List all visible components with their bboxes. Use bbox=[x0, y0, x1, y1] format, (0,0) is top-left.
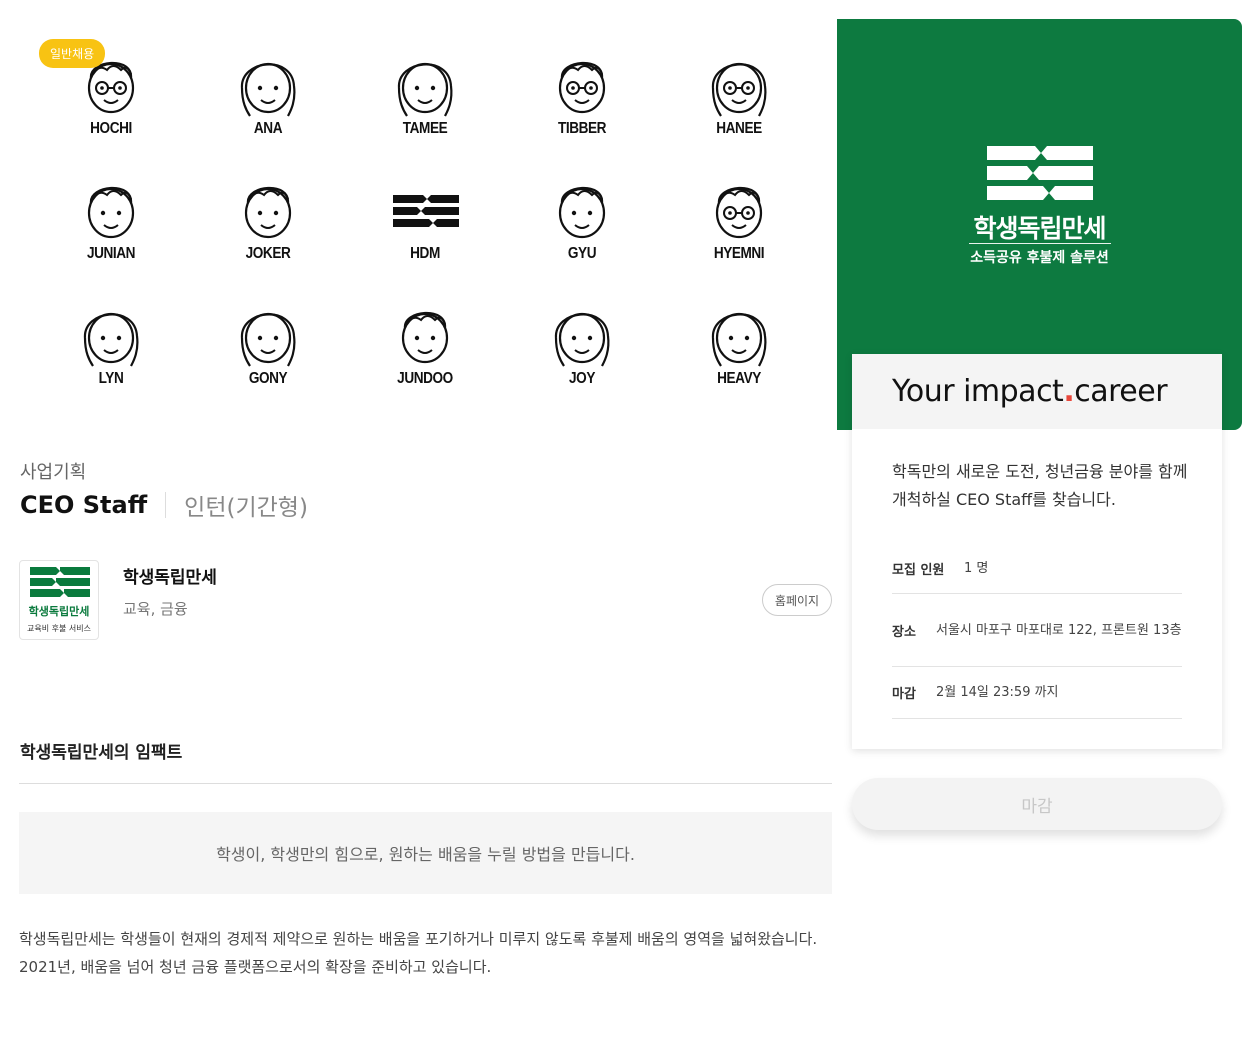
job-intro: 학독만의 새로운 도전, 청년금융 분야를 함께 개척하실 CEO Staff를… bbox=[892, 462, 1188, 509]
joker-face-icon bbox=[244, 186, 292, 239]
impact-heading: 학생독립만세의 임팩트 bbox=[20, 743, 183, 763]
brand-title: 학생독립만세 bbox=[973, 214, 1106, 243]
company-industry: 교육, 금융 bbox=[123, 600, 188, 618]
team-member-name: TIBBER bbox=[557, 120, 607, 137]
team-member-lyn: LYN bbox=[51, 300, 171, 410]
apply-closed-button[interactable]: 마감 bbox=[852, 778, 1222, 830]
tagline-dot: . bbox=[1063, 374, 1075, 409]
team-grid: 일반채용 HOCHI ANA TAMEE TIBBER HANEE JUNIAN… bbox=[20, 20, 832, 420]
hyemni-face-icon bbox=[715, 186, 763, 239]
homepage-button[interactable]: 홈페이지 bbox=[762, 584, 832, 616]
job-info-card: Your impact. career 학독만의 새로운 도전, 청년금융 분야를… bbox=[852, 354, 1222, 749]
team-member-name: JUNIAN bbox=[86, 245, 136, 262]
job-title: CEO Staff bbox=[20, 491, 148, 519]
hiring-badge: 일반채용 bbox=[39, 39, 106, 68]
team-member-gyu: GYU bbox=[522, 175, 642, 285]
recruit-row: 모집 인원 1 명 bbox=[892, 544, 1182, 594]
team-member-name: HOCHI bbox=[90, 120, 132, 137]
team-member-hyemni: HYEMNI bbox=[679, 175, 799, 285]
team-member-joker: JOKER bbox=[208, 175, 328, 285]
impact-divider bbox=[19, 783, 832, 784]
team-member-name: GONY bbox=[248, 370, 288, 387]
impact-quote-text: 학생이, 학생만의 힘으로, 원하는 배움을 누릴 방법을 만듭니다. bbox=[216, 845, 635, 864]
impact-quote: 학생이, 학생만의 힘으로, 원하는 배움을 누릴 방법을 만듭니다. bbox=[19, 812, 832, 894]
tagline-part-1: Your impact bbox=[892, 374, 1064, 409]
recruit-value: 1 명 bbox=[964, 561, 989, 576]
team-member-gony: GONY bbox=[208, 300, 328, 410]
team-member-ana: ANA bbox=[208, 50, 328, 160]
team-member-tamee: TAMEE bbox=[365, 50, 485, 160]
joy-face-icon bbox=[554, 312, 610, 367]
team-member-name: LYN bbox=[98, 370, 124, 387]
impact-description: 학생독립만세는 학생들이 현재의 경제적 제약으로 원하는 배움을 포기하거나 … bbox=[19, 930, 818, 976]
tagline-part-2: career bbox=[1074, 374, 1168, 409]
gony-face-icon bbox=[240, 312, 296, 367]
team-member-name: GYU bbox=[567, 245, 597, 262]
team-member-name: JUNDOO bbox=[397, 370, 453, 387]
team-member-jundoo: JUNDOO bbox=[365, 300, 485, 410]
team-member-name: TAMEE bbox=[402, 120, 448, 137]
team-member-name: JOKER bbox=[245, 245, 291, 262]
tamee-face-icon bbox=[397, 62, 453, 117]
company-logo-subtext: 교육비 후불 서비스 bbox=[27, 624, 91, 633]
team-member-hanee: HANEE bbox=[679, 50, 799, 160]
team-member-name: HDM bbox=[410, 245, 440, 262]
job-title-row: CEO Staff 인턴(기간형) bbox=[20, 488, 308, 522]
company-name[interactable]: 학생독립만세 bbox=[123, 563, 217, 588]
team-member-name: HEAVY bbox=[717, 370, 761, 387]
team-member-heavy: HEAVY bbox=[679, 300, 799, 410]
team-member-name: ANA bbox=[253, 120, 283, 137]
deadline-row: 마감 2월 14일 23:59 까지 bbox=[892, 667, 1182, 719]
company-logo[interactable]: 학생독립만세 교육비 후불 서비스 bbox=[19, 560, 99, 640]
team-member-joy: JOY bbox=[522, 300, 642, 410]
title-divider bbox=[165, 492, 167, 518]
location-row: 장소 서울시 마포구 마포대로 122, 프론트원 13층 bbox=[892, 594, 1182, 667]
recruit-label: 모집 인원 bbox=[892, 563, 945, 578]
team-member-hdm: HDM bbox=[365, 175, 485, 285]
team-member-junian: JUNIAN bbox=[51, 175, 171, 285]
hanee-face-icon bbox=[711, 62, 767, 117]
gyu-face-icon bbox=[558, 186, 606, 239]
jundoo-face-icon bbox=[401, 311, 449, 364]
job-type: 인턴(기간형) bbox=[184, 495, 308, 521]
team-member-name: HANEE bbox=[716, 120, 762, 137]
deadline-value: 2월 14일 23:59 까지 bbox=[936, 685, 1059, 700]
junian-face-icon bbox=[87, 186, 135, 239]
company-stripes-icon bbox=[30, 567, 90, 597]
team-member-tibber: TIBBER bbox=[522, 50, 642, 160]
team-member-name: HYEMNI bbox=[713, 245, 765, 262]
location-value: 서울시 마포구 마포대로 122, 프론트원 13층 bbox=[936, 622, 1182, 638]
brand-stripes-icon bbox=[987, 146, 1093, 200]
hdm-logo-icon bbox=[393, 195, 459, 227]
team-member-name: JOY bbox=[569, 370, 595, 387]
job-category: 사업기획 bbox=[20, 462, 87, 483]
tagline: Your impact. career bbox=[852, 354, 1222, 429]
location-label: 장소 bbox=[892, 624, 916, 640]
brand-subtitle: 소득공유 후불제 솔루션 bbox=[970, 250, 1109, 266]
tibber-face-icon bbox=[558, 61, 606, 114]
deadline-label: 마감 bbox=[892, 687, 916, 702]
brand-divider bbox=[969, 243, 1111, 244]
ana-face-icon bbox=[240, 62, 296, 117]
lyn-face-icon bbox=[83, 312, 139, 367]
company-logo-text: 학생독립만세 bbox=[28, 605, 90, 618]
heavy-face-icon bbox=[711, 312, 767, 367]
